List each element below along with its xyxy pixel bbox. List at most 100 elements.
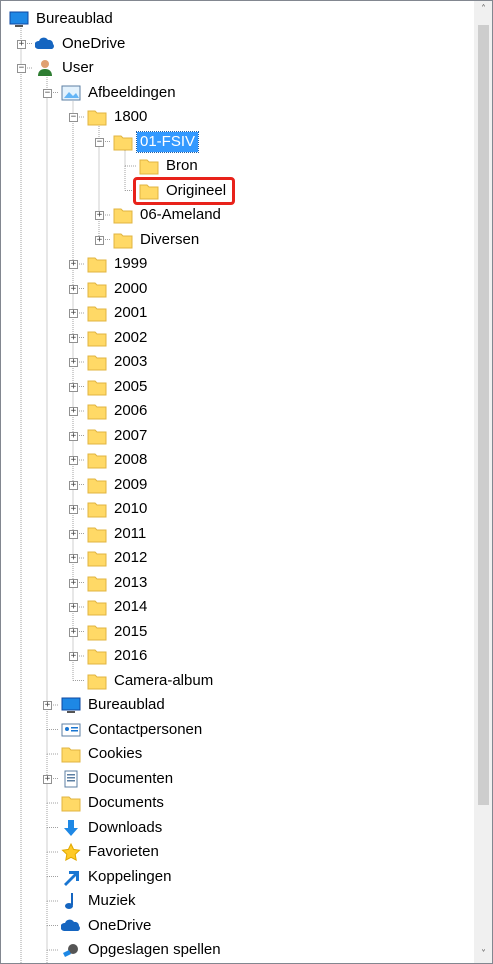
tree-node[interactable]: +2010 [1, 497, 475, 521]
tree-node[interactable]: +2000 [1, 277, 475, 301]
tree-node-label[interactable]: 2002 [111, 328, 150, 348]
tree-node[interactable]: − 1800 [1, 105, 475, 129]
tree-node-label[interactable]: 2012 [111, 548, 150, 568]
tree-node-label[interactable]: Favorieten [85, 842, 162, 862]
tree-node-label[interactable]: Camera-album [111, 671, 216, 691]
tree-node-label[interactable]: Koppelingen [85, 867, 174, 887]
tree-node[interactable]: Bureaublad [1, 7, 475, 31]
expand-toggle-icon[interactable]: + [69, 505, 78, 514]
tree-node[interactable]: Koppelingen [1, 865, 475, 889]
tree-node[interactable]: +2008 [1, 448, 475, 472]
tree-node[interactable]: Camera-album [1, 669, 475, 693]
tree-node-label[interactable]: Afbeeldingen [85, 83, 179, 103]
tree-node[interactable]: Video's [1, 963, 475, 964]
collapse-toggle-icon[interactable]: − [17, 64, 26, 73]
expand-toggle-icon[interactable]: + [69, 652, 78, 661]
tree-node-label[interactable]: 2011 [111, 524, 149, 544]
tree-node[interactable]: + Bureaublad [1, 693, 475, 717]
collapse-toggle-icon[interactable]: − [69, 113, 78, 122]
tree-node[interactable]: +2013 [1, 571, 475, 595]
tree-node[interactable]: Contactpersonen [1, 718, 475, 742]
tree-node[interactable]: +2005 [1, 375, 475, 399]
tree-node-label[interactable]: OneDrive [59, 34, 128, 54]
tree-node-label[interactable]: OneDrive [85, 916, 154, 936]
tree-node[interactable]: − 01-FSIV [1, 130, 475, 154]
expand-toggle-icon[interactable]: + [69, 309, 78, 318]
tree-node[interactable]: + OneDrive [1, 32, 475, 56]
tree-node[interactable]: +2014 [1, 595, 475, 619]
tree-node[interactable]: − User [1, 56, 475, 80]
expand-toggle-icon[interactable]: + [69, 529, 78, 539]
tree-node-label[interactable]: 2009 [111, 475, 150, 495]
tree-node-label[interactable]: Bureaublad [33, 9, 116, 29]
tree-node-label[interactable]: 2016 [111, 646, 150, 666]
tree-node[interactable]: +2012 [1, 546, 475, 570]
tree-node[interactable]: +2006 [1, 399, 475, 423]
tree-node-label[interactable]: User [59, 58, 97, 78]
tree-node-label[interactable]: Downloads [85, 818, 165, 838]
tree-node-label[interactable]: 2000 [111, 279, 150, 299]
expand-toggle-icon[interactable]: + [69, 358, 78, 367]
tree-node-label[interactable]: Bureaublad [85, 695, 168, 715]
tree-node-label[interactable]: 2006 [111, 401, 150, 421]
tree-node-label[interactable]: Origineel [163, 181, 229, 201]
tree-node-label[interactable]: 2015 [111, 622, 150, 642]
expand-toggle-icon[interactable]: + [69, 578, 78, 588]
tree-node[interactable]: +1999 [1, 252, 475, 276]
collapse-toggle-icon[interactable]: − [43, 88, 52, 98]
expand-toggle-icon[interactable]: + [95, 235, 104, 245]
expand-toggle-icon[interactable]: + [43, 774, 52, 784]
tree-node[interactable]: +2002 [1, 326, 475, 350]
tree-node[interactable]: Origineel [1, 179, 475, 203]
tree-node-label[interactable]: Opgeslagen spellen [85, 940, 224, 960]
expand-toggle-icon[interactable]: + [69, 407, 78, 416]
vertical-scrollbar[interactable]: ˄ ˅ [474, 1, 492, 963]
tree-node[interactable]: OneDrive [1, 914, 475, 938]
tree-node-label[interactable]: 2007 [111, 426, 150, 446]
tree-node-label[interactable]: 2005 [111, 377, 150, 397]
tree-node[interactable]: +2001 [1, 301, 475, 325]
tree-node[interactable]: + Documenten [1, 767, 475, 791]
scroll-up-button[interactable]: ˄ [475, 1, 492, 18]
tree-node-label[interactable]: 2013 [111, 573, 150, 593]
tree-node-label[interactable]: 01-FSIV [135, 130, 200, 153]
tree-node[interactable]: +2007 [1, 424, 475, 448]
expand-toggle-icon[interactable]: + [69, 554, 78, 563]
tree-node[interactable]: − Afbeeldingen [1, 81, 475, 105]
expand-toggle-icon[interactable]: + [95, 211, 104, 220]
tree-node[interactable]: +2016 [1, 644, 475, 668]
tree-node-label[interactable]: 2008 [111, 450, 150, 470]
expand-toggle-icon[interactable]: + [69, 603, 78, 612]
tree-node-label[interactable]: 1800 [111, 107, 150, 127]
expand-toggle-icon[interactable]: + [69, 480, 78, 490]
tree-node-label[interactable]: Diversen [137, 230, 202, 250]
tree-node-label[interactable]: 2001 [111, 303, 150, 323]
tree-node[interactable]: +2011 [1, 522, 475, 546]
tree-node-label[interactable]: 06-Ameland [137, 205, 224, 225]
tree-node-label[interactable]: 1999 [111, 254, 150, 274]
expand-toggle-icon[interactable]: + [69, 260, 78, 269]
scrollbar-thumb[interactable] [478, 25, 489, 805]
tree-node[interactable]: +2015 [1, 620, 475, 644]
tree-node-label[interactable]: Documents [85, 793, 167, 813]
tree-node[interactable]: Bron [1, 154, 475, 178]
expand-toggle-icon[interactable]: + [69, 456, 78, 465]
expand-toggle-icon[interactable]: + [69, 627, 78, 637]
tree-node-label[interactable]: Bron [163, 156, 201, 176]
tree-node-label[interactable]: 2014 [111, 597, 150, 617]
tree-node[interactable]: Opgeslagen spellen [1, 938, 475, 962]
tree-node[interactable]: Favorieten [1, 840, 475, 864]
expand-toggle-icon[interactable]: + [69, 333, 78, 343]
scroll-down-button[interactable]: ˅ [475, 946, 492, 963]
expand-toggle-icon[interactable]: + [69, 431, 78, 441]
tree-node[interactable]: + Diversen [1, 228, 475, 252]
expand-toggle-icon[interactable]: + [69, 284, 78, 294]
tree-node-label[interactable]: 2010 [111, 499, 150, 519]
tree-node-label[interactable]: Contactpersonen [85, 720, 205, 740]
tree-node[interactable]: +06-Ameland [1, 203, 475, 227]
tree-node-label[interactable]: Documenten [85, 769, 176, 789]
tree-node-label[interactable]: Cookies [85, 744, 145, 764]
tree-node[interactable]: +2009 [1, 473, 475, 497]
tree-node-label[interactable]: 2003 [111, 352, 150, 372]
expand-toggle-icon[interactable]: + [17, 39, 26, 49]
